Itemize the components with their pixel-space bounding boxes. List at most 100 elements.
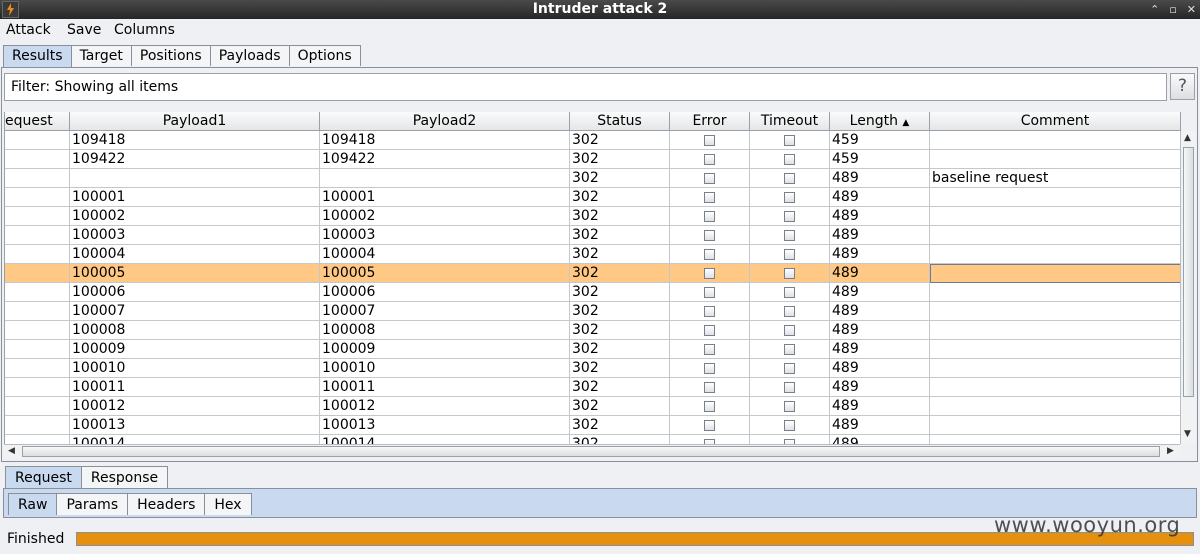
cell-comment[interactable] <box>930 359 1181 378</box>
cell-error <box>670 416 750 435</box>
cell-request <box>5 359 70 378</box>
detail-tabs: Request Response <box>5 466 169 488</box>
cell-timeout <box>750 340 830 359</box>
col-header-payload2[interactable]: Payload2 <box>320 112 570 131</box>
results-table: equest Payload1 Payload2 Status Error Ti… <box>4 112 1181 444</box>
cell-timeout <box>750 378 830 397</box>
cell-payload1: 109422 <box>70 150 320 169</box>
menu-save[interactable]: Save <box>67 22 101 38</box>
tab-params[interactable]: Params <box>56 493 129 515</box>
timeout-checkbox <box>784 325 795 336</box>
cell-comment[interactable] <box>930 131 1181 150</box>
cell-length: 489 <box>830 378 930 397</box>
cell-status: 302 <box>570 150 670 169</box>
tab-response[interactable]: Response <box>80 466 169 488</box>
cell-comment[interactable] <box>930 397 1181 416</box>
cell-comment[interactable]: baseline request <box>930 169 1181 188</box>
maximize-button[interactable]: ▫ <box>1169 3 1176 16</box>
table-row[interactable]: 100009 100009 302 489 <box>5 340 1181 359</box>
cell-comment[interactable] <box>930 226 1181 245</box>
table-row[interactable]: 100002 100002 302 489 <box>5 207 1181 226</box>
cell-comment[interactable] <box>930 150 1181 169</box>
error-checkbox <box>704 154 715 165</box>
table-row[interactable]: 100010 100010 302 489 <box>5 359 1181 378</box>
cell-payload1: 100014 <box>70 435 320 444</box>
table-row[interactable]: 100001 100001 302 489 <box>5 188 1181 207</box>
col-header-error[interactable]: Error <box>670 112 750 131</box>
horizontal-scrollbar[interactable]: ◀ ▶ <box>4 444 1180 458</box>
cell-comment[interactable] <box>930 302 1181 321</box>
timeout-checkbox <box>784 420 795 431</box>
table-row[interactable]: 109418 109418 302 459 <box>5 131 1181 150</box>
table-row[interactable]: 100014 100014 302 489 <box>5 435 1181 444</box>
cell-timeout <box>750 359 830 378</box>
tab-positions[interactable]: Positions <box>130 45 211 66</box>
table-row[interactable]: 100012 100012 302 489 <box>5 397 1181 416</box>
help-button[interactable]: ? <box>1170 73 1195 100</box>
vertical-scroll-thumb[interactable] <box>1183 147 1194 397</box>
cell-comment[interactable] <box>930 245 1181 264</box>
tab-headers[interactable]: Headers <box>127 493 206 515</box>
error-checkbox <box>704 382 715 393</box>
scroll-left-arrow-icon[interactable]: ◀ <box>8 446 15 456</box>
table-row[interactable]: 100011 100011 302 489 <box>5 378 1181 397</box>
tab-options[interactable]: Options <box>288 45 361 66</box>
tab-raw[interactable]: Raw <box>8 493 58 515</box>
table-row[interactable]: 100008 100008 302 489 <box>5 321 1181 340</box>
col-header-comment[interactable]: Comment <box>930 112 1181 131</box>
tab-target[interactable]: Target <box>70 45 132 66</box>
vertical-scrollbar[interactable]: ▲ ▼ <box>1180 131 1196 444</box>
col-header-timeout[interactable]: Timeout <box>750 112 830 131</box>
cell-length: 489 <box>830 207 930 226</box>
filter-bar[interactable]: Filter: Showing all items <box>4 73 1167 101</box>
menu-attack[interactable]: Attack <box>6 22 51 38</box>
table-row[interactable]: 100013 100013 302 489 <box>5 416 1181 435</box>
cell-comment[interactable] <box>930 378 1181 397</box>
cell-length: 489 <box>830 226 930 245</box>
minimize-button[interactable]: ⌃ <box>1150 3 1159 16</box>
scroll-up-arrow-icon[interactable]: ▲ <box>1184 133 1191 143</box>
menu-columns[interactable]: Columns <box>114 22 175 38</box>
cell-payload2: 100013 <box>320 416 570 435</box>
watermark: www.wooyun.org <box>994 513 1181 537</box>
close-button[interactable]: ✕ <box>1187 3 1196 16</box>
scroll-right-arrow-icon[interactable]: ▶ <box>1167 446 1174 456</box>
table-row[interactable]: 100005 100005 302 489 <box>5 264 1181 283</box>
cell-error <box>670 283 750 302</box>
tab-payloads[interactable]: Payloads <box>209 45 290 66</box>
cell-comment[interactable] <box>930 435 1181 444</box>
horizontal-scroll-thumb[interactable] <box>22 446 1160 457</box>
cell-comment[interactable] <box>930 207 1181 226</box>
scroll-down-arrow-icon[interactable]: ▼ <box>1184 429 1191 439</box>
cell-comment[interactable] <box>930 416 1181 435</box>
timeout-checkbox <box>784 154 795 165</box>
cell-comment[interactable] <box>930 321 1181 340</box>
cell-comment[interactable] <box>930 283 1181 302</box>
table-row[interactable]: 100003 100003 302 489 <box>5 226 1181 245</box>
tab-hex[interactable]: Hex <box>204 493 252 515</box>
cell-payload2: 100010 <box>320 359 570 378</box>
cell-timeout <box>750 435 830 444</box>
cell-comment[interactable] <box>930 340 1181 359</box>
col-header-request[interactable]: equest <box>5 112 70 131</box>
title-bar: Intruder attack 2 ⌃ ▫ ✕ <box>0 0 1200 19</box>
view-tabs: Raw Params Headers Hex <box>8 493 252 515</box>
cell-request <box>5 283 70 302</box>
tab-results[interactable]: Results <box>3 45 72 67</box>
col-header-payload1[interactable]: Payload1 <box>70 112 320 131</box>
tab-request[interactable]: Request <box>5 466 82 488</box>
table-row[interactable]: 100004 100004 302 489 <box>5 245 1181 264</box>
cell-request <box>5 226 70 245</box>
col-header-length[interactable]: Length ▲ <box>830 112 930 131</box>
cell-comment[interactable] <box>930 188 1181 207</box>
col-header-status[interactable]: Status <box>570 112 670 131</box>
timeout-checkbox <box>784 230 795 241</box>
table-row[interactable]: 302 489 baseline request <box>5 169 1181 188</box>
cell-status: 302 <box>570 226 670 245</box>
table-row[interactable]: 100007 100007 302 489 <box>5 302 1181 321</box>
table-row[interactable]: 109422 109422 302 459 <box>5 150 1181 169</box>
cell-payload2: 109418 <box>320 131 570 150</box>
cell-length: 489 <box>830 321 930 340</box>
cell-comment[interactable] <box>930 264 1181 283</box>
table-row[interactable]: 100006 100006 302 489 <box>5 283 1181 302</box>
